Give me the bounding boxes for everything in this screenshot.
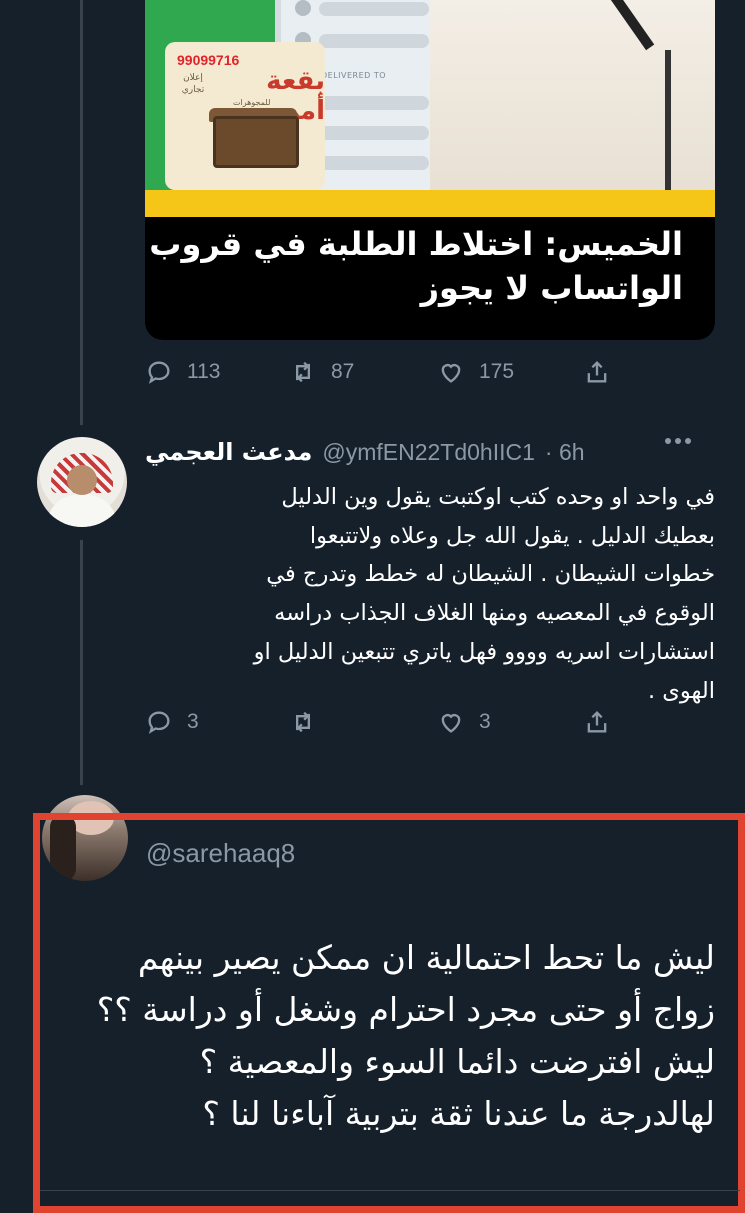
tweet-text-line: في واحد او وحده كتب اوكتبت يقول وين الدل… xyxy=(281,484,715,510)
action-bar: 113 87 175 xyxy=(145,356,625,388)
tweet-text-line: الوقوع في المعصيه ومنها الغلاف الجذاب در… xyxy=(274,600,715,627)
reply-count: 113 xyxy=(187,360,221,383)
share-button[interactable] xyxy=(583,706,611,738)
advertisement-badge: 99099716 إعلان تجاري بقعة أمي للمجوهرات xyxy=(165,42,325,190)
media-card[interactable]: DELIVERED TO 99099716 إعلان تجاري بقعة أ… xyxy=(145,0,715,340)
heart-icon xyxy=(441,364,461,383)
thread-line-middle xyxy=(80,540,83,785)
ad-note: إعلان تجاري xyxy=(181,73,205,95)
reply-button[interactable]: 113 xyxy=(145,356,220,388)
delivered-label: DELIVERED TO xyxy=(321,71,387,80)
card-band xyxy=(145,190,715,217)
like-button[interactable]: 175 xyxy=(437,356,514,388)
tweet-text-line: خطوات الشيطان . الشيطان له خطط وتدرج في xyxy=(266,561,715,588)
jewelry-chest-icon xyxy=(213,116,299,168)
like-count: 175 xyxy=(479,360,515,383)
tweet-text-line: الهوى . xyxy=(647,677,715,704)
share-button[interactable] xyxy=(583,356,611,388)
action-bar: 3 3 xyxy=(145,706,625,738)
retweet-icon xyxy=(296,711,310,733)
card-image: DELIVERED TO 99099716 إعلان تجاري بقعة أ… xyxy=(145,0,715,190)
reply-button[interactable]: 3 xyxy=(145,706,199,738)
ad-subtitle: للمجوهرات xyxy=(233,98,271,107)
divider xyxy=(40,1190,740,1191)
thread-line-top xyxy=(80,0,83,425)
more-options-icon[interactable] xyxy=(665,438,699,444)
retweet-icon xyxy=(296,361,310,383)
retweet-button[interactable] xyxy=(289,706,317,738)
author-name[interactable]: مدعث العجمي xyxy=(145,438,312,466)
card-headline-line: الخميس: اختلاط الطلبة في قروب xyxy=(149,225,683,263)
tweet-text: في واحد او وحده كتب اوكتبت يقول وين الدل… xyxy=(145,478,715,710)
avatar[interactable] xyxy=(37,437,127,527)
tweet-header: مدعث العجمي @ymfEN22Td0hIIC1 · 6h xyxy=(145,432,705,472)
tweet-text-line: استشارات اسريه وووو فهل ياتري تتبعين الد… xyxy=(253,638,715,665)
card-headline: الخميس: اختلاط الطلبة في قروب الواتساب ل… xyxy=(145,222,715,310)
tweet-text-line: بعطيك الدليل . يقول الله جل وعلاه ولاتتب… xyxy=(309,522,715,549)
reply-count: 3 xyxy=(187,710,199,733)
heart-icon xyxy=(441,714,461,733)
highlight-frame xyxy=(33,813,745,1213)
like-button[interactable]: 3 xyxy=(437,706,491,738)
author-handle[interactable]: @ymfEN22Td0hIIC1 xyxy=(322,439,535,466)
card-headline-line: الواتساب لا يجوز xyxy=(420,269,683,307)
retweet-count: 87 xyxy=(331,360,355,383)
reply-icon xyxy=(148,361,170,384)
reply-icon xyxy=(148,711,170,734)
like-count: 3 xyxy=(479,710,491,733)
share-icon xyxy=(587,711,607,733)
tweet-time[interactable]: · 6h xyxy=(545,439,585,466)
share-icon xyxy=(587,361,607,383)
retweet-button[interactable]: 87 xyxy=(289,356,354,388)
speaker-photo xyxy=(430,0,715,190)
author-name-obscured[interactable] xyxy=(150,790,270,810)
